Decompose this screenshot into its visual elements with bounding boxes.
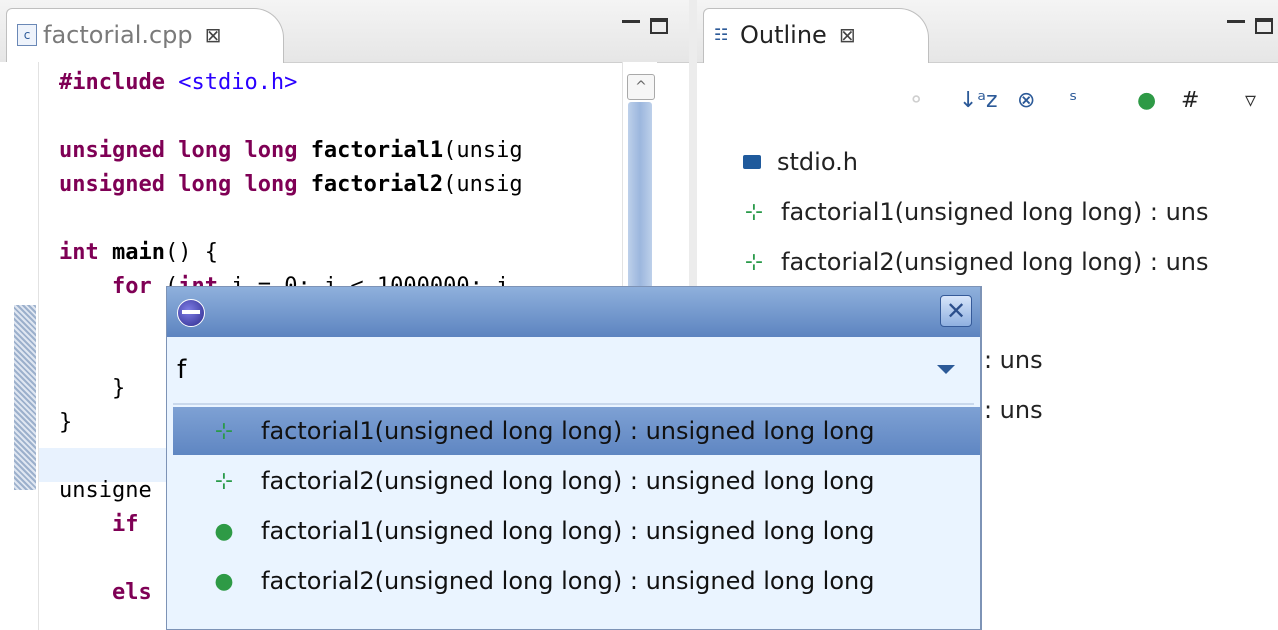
close-icon[interactable]: ⊠ (205, 23, 222, 47)
editor-window-controls (622, 18, 668, 36)
minimize-icon[interactable] (1227, 20, 1245, 36)
outline-icon: ☷ (714, 25, 729, 44)
result-item-label: factorial2(unsigned long long) : unsigne… (261, 567, 875, 595)
editor-tab-strip: c factorial.cpp ⊠ (0, 0, 689, 63)
c-source-file-icon: c (17, 24, 37, 46)
function-declaration-icon: ⊹ (744, 249, 764, 275)
hide-static-icon[interactable]: ˢ (1069, 88, 1077, 113)
outline-item-label: stdio.h (777, 148, 858, 176)
outline-tab[interactable]: ☷ Outline ⊠ (703, 8, 929, 63)
overview-mark (14, 305, 36, 490)
outline-item-label: factorial2(unsigned long long) : uns (781, 248, 1209, 276)
editor-ruler (0, 62, 38, 630)
filter-row (167, 337, 980, 403)
code-line: els (111, 580, 152, 605)
outline-item-label: factorial1(unsigned long long) : uns (781, 198, 1209, 226)
function-icon: ● (214, 518, 234, 544)
code-line: } (59, 376, 126, 401)
editor-tab-label: factorial.cpp (43, 21, 193, 49)
sort-az-icon[interactable]: ↓ᵃz (959, 88, 998, 113)
divider (173, 403, 974, 405)
popup-title-bar[interactable]: ✕ (167, 287, 980, 337)
outline-window-controls (1227, 18, 1273, 36)
minimize-icon[interactable] (622, 20, 640, 36)
result-item-label: factorial2(unsigned long long) : unsigne… (261, 467, 875, 495)
include-icon (743, 155, 761, 169)
function-declaration-icon: ⊹ (214, 468, 234, 494)
code-line: unsigned long long factorial1(unsig (59, 138, 523, 163)
outline-tab-label: Outline (740, 21, 827, 49)
maximize-icon[interactable] (1255, 18, 1273, 34)
filter-input[interactable] (175, 349, 919, 391)
quick-outline-popup: ✕ ⊹ factorial1(unsigned long long) : unsi… (166, 286, 982, 630)
hide-fields-icon[interactable]: ⚬ (907, 88, 925, 113)
hide-local-types-icon[interactable]: ● (1137, 88, 1156, 113)
function-declaration-icon: ⊹ (744, 199, 764, 225)
outline-item[interactable]: ⊹ factorial2(unsigned long long) : uns (743, 240, 1209, 284)
editor-tab[interactable]: c factorial.cpp ⊠ (6, 8, 284, 63)
outline-tab-strip: ☷ Outline ⊠ (697, 0, 1278, 63)
code-line: int main() { (59, 240, 218, 265)
code-line: unsigned long long factorial2(unsig (59, 172, 523, 197)
code-line: #include <stdio.h> (59, 70, 298, 95)
chevron-down-icon[interactable] (935, 363, 957, 379)
result-item[interactable]: ● factorial1(unsigned long long) : unsign… (173, 507, 980, 555)
result-item[interactable]: ⊹ factorial2(unsigned long long) : unsign… (173, 457, 980, 505)
result-item[interactable]: ⊹ factorial1(unsigned long long) : unsign… (173, 407, 980, 455)
close-icon[interactable]: ✕ (940, 295, 972, 327)
outline-item[interactable]: ⊹ factorial1(unsigned long long) : uns (743, 190, 1209, 234)
function-icon: ● (214, 568, 234, 594)
group-includes-icon[interactable]: # (1181, 88, 1199, 113)
close-icon[interactable]: ⊠ (839, 23, 856, 47)
function-declaration-icon: ⊹ (214, 418, 234, 444)
code-line: unsigne (59, 478, 152, 503)
hide-non-public-icon[interactable]: ⊗ (1017, 88, 1035, 113)
code-line: } (59, 410, 73, 435)
eclipse-logo-icon (177, 299, 205, 327)
result-item-label: factorial1(unsigned long long) : unsigne… (261, 517, 875, 545)
result-item-label: factorial1(unsigned long long) : unsigne… (261, 417, 875, 445)
view-menu-icon[interactable]: ▿ (1245, 88, 1256, 113)
result-item[interactable]: ● factorial2(unsigned long long) : unsign… (173, 557, 980, 605)
code-line: if (111, 512, 139, 537)
maximize-icon[interactable] (650, 18, 668, 34)
scroll-up-icon[interactable]: ^ (627, 74, 655, 100)
outline-item[interactable]: stdio.h (743, 140, 858, 184)
